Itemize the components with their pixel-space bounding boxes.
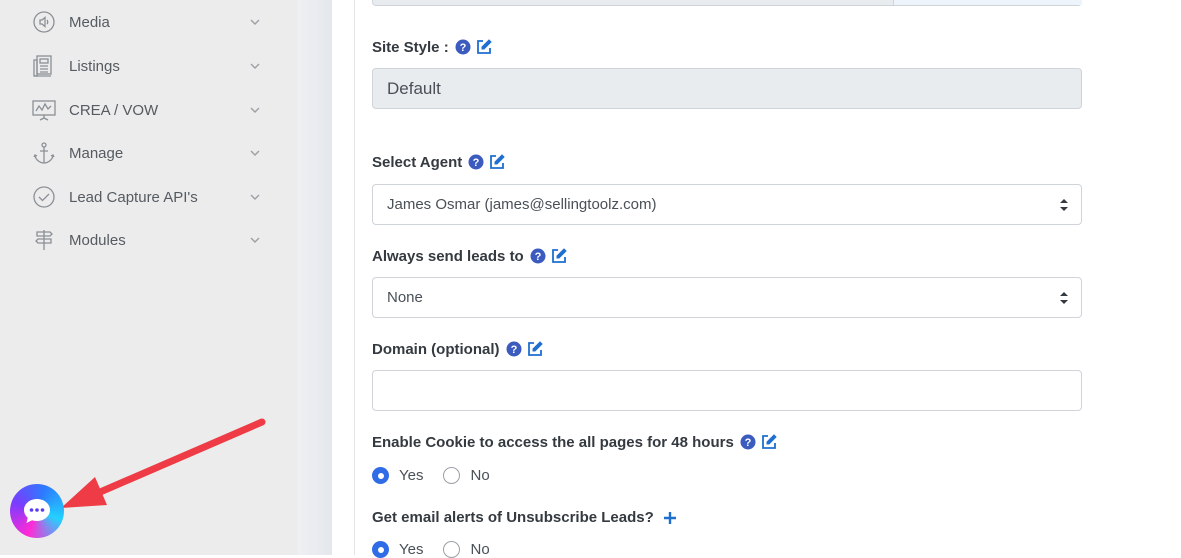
cookie-yes-option[interactable]: Yes [372,467,423,484]
edit-icon[interactable] [760,433,778,451]
cookie-no-option[interactable]: No [443,467,490,484]
presentation-board-icon [30,98,58,122]
radio-checked[interactable] [372,467,389,484]
sidebar-item-label: Media [69,13,110,31]
chevron-down-icon [250,150,260,156]
svg-text:?: ? [534,251,541,263]
edit-icon[interactable] [526,340,544,358]
radio-unchecked[interactable] [443,467,461,484]
help-icon[interactable]: ? [530,248,546,264]
site-style-label: Site Style : ? [372,38,493,56]
chevron-down-icon [250,63,260,69]
edit-icon[interactable] [488,153,506,171]
anchor-icon [30,141,58,165]
sidebar-item-label: Manage [69,144,124,162]
svg-text:?: ? [510,344,517,356]
sidebar-item-label: Modules [69,231,126,249]
email-alerts-yes-option[interactable]: Yes [372,541,423,558]
select-arrows-icon [1060,199,1068,211]
help-icon[interactable]: ? [740,434,756,450]
site-style-input[interactable]: Default [372,68,1082,109]
always-send-leads-dropdown[interactable]: None [372,277,1082,318]
help-icon[interactable]: ? [506,341,522,357]
email-alerts-label: Get email alerts of Unsubscribe Leads? [372,509,678,526]
speaker-icon [30,10,58,34]
enable-cookie-radio-group: Yes No [372,467,510,484]
chat-launcher-button[interactable] [10,484,64,538]
svg-text:?: ? [473,157,480,169]
red-arrow-icon [61,418,266,508]
listings-icon [30,54,58,78]
select-agent-label: Select Agent ? [372,153,506,171]
previous-field-input[interactable] [372,0,1082,6]
radio-unchecked[interactable] [443,541,461,558]
sidebar-item-media[interactable]: Media [30,7,270,37]
domain-input[interactable] [372,370,1082,411]
domain-label: Domain (optional) ? [372,340,544,358]
check-circle-icon [30,185,58,209]
email-alerts-radio-group: Yes No [372,541,510,558]
svg-text:?: ? [459,42,466,54]
sidebar-item-label: Listings [69,57,120,75]
radio-checked[interactable] [372,541,389,558]
svg-text:?: ? [744,437,751,449]
select-arrows-icon [1060,292,1068,304]
chevron-down-icon [250,107,260,113]
help-icon[interactable]: ? [468,154,484,170]
sidebar-item-label: CREA / VOW [69,101,159,119]
chat-bubble-icon [24,499,50,523]
select-agent-dropdown[interactable]: James Osmar (james@sellingtoolz.com) [372,184,1082,225]
enable-cookie-label: Enable Cookie to access the all pages fo… [372,433,778,451]
sidebar-item-modules[interactable]: Modules [30,225,270,255]
sidebar-item-lead-capture-apis[interactable]: Lead Capture API's [30,182,270,212]
sidebar-gutter [298,0,332,555]
email-alerts-no-option[interactable]: No [443,541,490,558]
chevron-down-icon [250,19,260,25]
edit-icon[interactable] [550,247,568,265]
sidebar-item-label: Lead Capture API's [69,188,198,206]
chevron-down-icon [250,194,260,200]
chevron-down-icon [250,237,260,243]
signpost-icon [30,228,58,252]
help-icon[interactable]: ? [455,39,471,55]
content-divider [354,0,355,555]
edit-icon[interactable] [475,38,493,56]
sidebar-item-crea-vow[interactable]: CREA / VOW [30,95,270,125]
plus-icon[interactable] [662,510,678,526]
sidebar-item-manage[interactable]: Manage [30,138,270,168]
sidebar-item-listings[interactable]: Listings [30,51,270,81]
always-send-leads-label: Always send leads to ? [372,247,568,265]
